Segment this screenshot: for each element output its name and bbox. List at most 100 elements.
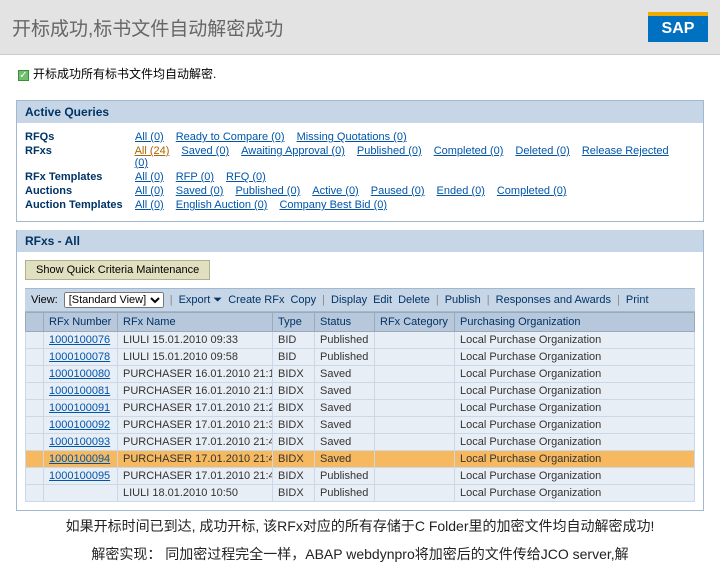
query-link[interactable]: Completed (0) (434, 145, 504, 157)
cell: Saved (315, 451, 375, 468)
cell[interactable]: 1000100091 (44, 400, 118, 417)
cell[interactable]: 1000100095 (44, 468, 118, 485)
row-selector[interactable] (26, 366, 44, 383)
table-row[interactable]: 1000100076LIULI 15.01.2010 09:33BIDPubli… (26, 332, 695, 349)
query-label: RFxs (25, 145, 135, 169)
query-link[interactable]: RFP (0) (176, 171, 214, 183)
cell: LIULI 18.01.2010 10:50 (118, 485, 273, 502)
query-link[interactable]: All (0) (135, 185, 164, 197)
view-label: View: (31, 294, 58, 306)
toolbar-edit[interactable]: Edit (373, 294, 392, 306)
row-selector[interactable] (26, 400, 44, 417)
cell: Local Purchase Organization (455, 400, 695, 417)
table-row[interactable]: LIULI 18.01.2010 10:50BIDXPublishedLocal… (26, 485, 695, 502)
show-criteria-button[interactable]: Show Quick Criteria Maintenance (25, 260, 210, 280)
query-link[interactable]: Published (0) (357, 145, 422, 157)
table-row[interactable]: 1000100094PURCHASER 17.01.2010 21:44BIDX… (26, 451, 695, 468)
col-header[interactable] (26, 313, 44, 332)
cell: LIULI 15.01.2010 09:58 (118, 349, 273, 366)
toolbar-export-[interactable]: Export ⏷ (179, 294, 223, 307)
toolbar-display[interactable]: Display (331, 294, 367, 306)
row-selector[interactable] (26, 451, 44, 468)
toolbar-responses-and-awards[interactable]: Responses and Awards (496, 294, 611, 306)
row-selector[interactable] (26, 468, 44, 485)
cell: Local Purchase Organization (455, 468, 695, 485)
row-selector[interactable] (26, 383, 44, 400)
rfx-toolbar: View: [Standard View] | Export ⏷Create R… (25, 288, 695, 312)
cell: BIDX (273, 468, 315, 485)
view-select[interactable]: [Standard View] (64, 292, 164, 308)
cell[interactable]: 1000100092 (44, 417, 118, 434)
active-queries-header: Active Queries (17, 101, 703, 123)
cell: Local Purchase Organization (455, 485, 695, 502)
cell: PURCHASER 17.01.2010 21:46 (118, 468, 273, 485)
col-header[interactable]: Status (315, 313, 375, 332)
row-selector[interactable] (26, 349, 44, 366)
query-links: All (0) English Auction (0) Company Best B… (135, 199, 399, 211)
query-link[interactable]: Saved (0) (181, 145, 229, 157)
decrypt-success-note: ✓开标成功所有标书文件均自动解密. (0, 55, 720, 92)
cell[interactable]: 1000100080 (44, 366, 118, 383)
cell[interactable]: 1000100078 (44, 349, 118, 366)
cell: BIDX (273, 400, 315, 417)
cell: Saved (315, 400, 375, 417)
table-row[interactable]: 1000100080PURCHASER 16.01.2010 21:11BIDX… (26, 366, 695, 383)
query-link[interactable]: Completed (0) (497, 185, 567, 197)
cell: Local Purchase Organization (455, 349, 695, 366)
table-row[interactable]: 1000100093PURCHASER 17.01.2010 21:43BIDX… (26, 434, 695, 451)
query-link[interactable]: Company Best Bid (0) (279, 199, 387, 211)
query-link[interactable]: RFQ (0) (226, 171, 266, 183)
toolbar-copy[interactable]: Copy (290, 294, 316, 306)
table-row[interactable]: 1000100078LIULI 15.01.2010 09:58BIDPubli… (26, 349, 695, 366)
sap-logo: SAP (648, 12, 708, 42)
cell: Published (315, 332, 375, 349)
table-row[interactable]: 1000100095PURCHASER 17.01.2010 21:46BIDX… (26, 468, 695, 485)
cell (375, 417, 455, 434)
table-row[interactable]: 1000100092PURCHASER 17.01.2010 21:37BIDX… (26, 417, 695, 434)
query-link[interactable]: English Auction (0) (176, 199, 268, 211)
toolbar-delete[interactable]: Delete (398, 294, 430, 306)
cell: Local Purchase Organization (455, 434, 695, 451)
cell (375, 366, 455, 383)
col-header[interactable]: Type (273, 313, 315, 332)
query-link[interactable]: All (24) (135, 145, 170, 157)
query-row: RFQsAll (0)Ready to Compare (0)Missing Q… (25, 131, 695, 143)
cell (375, 485, 455, 502)
toolbar-publish[interactable]: Publish (445, 294, 481, 306)
query-link[interactable]: Ended (0) (437, 185, 485, 197)
table-row[interactable]: 1000100081PURCHASER 16.01.2010 21:14BIDX… (26, 383, 695, 400)
cell[interactable]: 1000100094 (44, 451, 118, 468)
row-selector[interactable] (26, 434, 44, 451)
query-link[interactable]: Saved (0) (176, 185, 224, 197)
cell[interactable]: 1000100076 (44, 332, 118, 349)
col-header[interactable]: RFx Number (44, 313, 118, 332)
query-link[interactable]: All (0) (135, 131, 164, 143)
query-link[interactable]: Published (0) (235, 185, 300, 197)
query-link[interactable]: All (0) (135, 199, 164, 211)
cell: LIULI 15.01.2010 09:33 (118, 332, 273, 349)
query-link[interactable]: Awaiting Approval (0) (241, 145, 345, 157)
query-link[interactable]: Paused (0) (371, 185, 425, 197)
cell (375, 434, 455, 451)
col-header[interactable]: RFx Name (118, 313, 273, 332)
cell: Saved (315, 434, 375, 451)
query-link[interactable]: Deleted (0) (515, 145, 569, 157)
query-link[interactable]: Ready to Compare (0) (176, 131, 285, 143)
table-row[interactable]: 1000100091PURCHASER 17.01.2010 21:29BIDX… (26, 400, 695, 417)
cell[interactable]: 1000100081 (44, 383, 118, 400)
cell: PURCHASER 16.01.2010 21:11 (118, 366, 273, 383)
toolbar-create-rfx[interactable]: Create RFx (228, 294, 284, 306)
cell (375, 383, 455, 400)
cell[interactable]: 1000100093 (44, 434, 118, 451)
cell (375, 468, 455, 485)
query-link[interactable]: Active (0) (312, 185, 358, 197)
query-link[interactable]: All (0) (135, 171, 164, 183)
row-selector[interactable] (26, 332, 44, 349)
col-header[interactable]: Purchasing Organization (455, 313, 695, 332)
query-link[interactable]: Missing Quotations (0) (297, 131, 407, 143)
row-selector[interactable] (26, 485, 44, 502)
toolbar-print[interactable]: Print (626, 294, 649, 306)
cell[interactable] (44, 485, 118, 502)
col-header[interactable]: RFx Category (375, 313, 455, 332)
row-selector[interactable] (26, 417, 44, 434)
